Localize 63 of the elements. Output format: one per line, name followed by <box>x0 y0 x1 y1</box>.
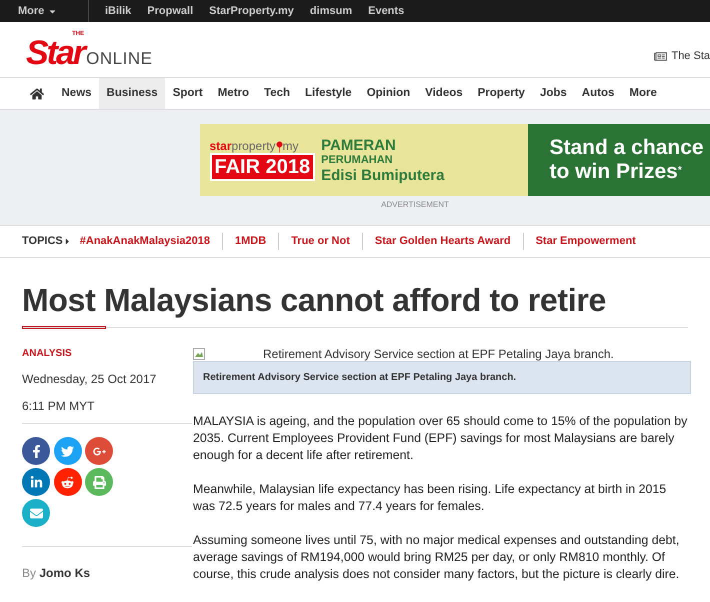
nav-tab[interactable]: Videos <box>418 78 470 109</box>
advertisement-label: ADVERTISEMENT <box>381 199 449 211</box>
linkedin-icon <box>30 476 42 488</box>
nav-tab[interactable]: Sport <box>165 78 210 109</box>
topic-link[interactable]: True or Not <box>291 233 363 250</box>
ad-promo-text: Stand a chance <box>550 136 705 160</box>
twitter-icon <box>61 444 74 458</box>
ad-expo-text: PERUMAHAN <box>321 154 394 166</box>
ad-brand: starproperty <box>210 139 276 153</box>
nav-tab[interactable]: News <box>54 78 100 109</box>
newspaper-icon <box>654 50 668 63</box>
logo-online: ONLINE <box>86 50 152 66</box>
ad-brand-suffix: my <box>282 139 299 153</box>
ad-expo-text: Edisi Bumiputera <box>321 166 444 184</box>
publish-time: 6:11 PM MYT <box>22 397 192 424</box>
article-paragraph: Meanwhile, Malaysian life expectancy has been rising. Life expectancy at birth in 2015 was 72.5 years for males and 77.4 years for females. <box>193 481 668 515</box>
print-button[interactable] <box>85 468 114 496</box>
topics-label: TOPICS <box>22 234 63 250</box>
home-icon <box>30 86 44 100</box>
category-label: ANALYSIS <box>22 347 73 361</box>
google-plus-icon <box>92 444 106 458</box>
nav-tab[interactable]: Metro <box>210 78 257 109</box>
twitter-share-button[interactable] <box>54 437 82 465</box>
reddit-share-button[interactable] <box>54 468 82 496</box>
nav-tab[interactable]: Tech <box>256 78 298 109</box>
topic-link[interactable]: Star Empowerment <box>536 233 648 250</box>
nav-tab[interactable]: More <box>622 78 664 109</box>
topic-link[interactable]: 1MDB <box>235 233 280 250</box>
reddit-icon <box>61 476 74 488</box>
facebook-share-button[interactable] <box>22 437 50 465</box>
nav-tab[interactable]: Jobs <box>532 78 574 109</box>
top-bar-link[interactable]: dimsum <box>310 2 352 20</box>
more-menu-button[interactable]: More <box>0 0 89 22</box>
google-plus-share-button[interactable] <box>85 437 114 465</box>
article-paragraph: MALAYSIA is ageing, and the population over 65 should come to 15% of the population by 2035. Current Employees Provident Fund (EPF) savings for most Malaysians are barely enough for a decent life after retirement. <box>193 413 688 464</box>
top-bar-link[interactable]: iBilik <box>105 2 132 20</box>
article-paragraph: Assuming someone lives until 75, with no major medical expenses and outstanding debt, average savings of RM194,000 would bring RM25 per day, or only RM810 monthly. Of course, this crude analysis does not consider many factors, but the picture is clearly dire. <box>193 532 680 583</box>
ad-promo-text: to win Prizes$^{*}$ <box>550 160 683 184</box>
image-caption: Retirement Advisory Service section at EPF Petaling Jaya branch. <box>193 361 691 394</box>
nav-tab[interactable]: Business <box>99 78 166 109</box>
linkedin-share-button[interactable] <box>22 468 50 496</box>
article-headline: Most Malaysians cannot afford to retire <box>22 282 607 318</box>
byline: By Jomo Ks <box>22 565 92 582</box>
topic-link[interactable]: Star Golden Hearts Award <box>374 233 524 250</box>
ad-fair-title: FAIR 2018 <box>210 153 316 181</box>
publish-date: Wednesday, 25 Oct 2017 <box>22 371 158 388</box>
edition-link[interactable]: The Sta <box>671 48 710 65</box>
top-bar-link[interactable]: Propwall <box>147 2 194 20</box>
ad-expo-text: PAMERAN <box>321 136 397 154</box>
nav-tab[interactable]: Opinion <box>359 78 418 109</box>
map-pin-icon <box>276 141 283 153</box>
email-share-button[interactable] <box>22 499 50 527</box>
nav-tab[interactable]: Lifestyle <box>298 78 360 109</box>
logo-star-text[interactable]: Star <box>26 36 84 68</box>
nav-tab[interactable]: Autos <box>574 78 622 109</box>
nav-tab[interactable]: Property <box>470 78 532 109</box>
print-icon <box>92 476 106 488</box>
broken-image-icon <box>193 348 205 360</box>
email-icon <box>30 506 42 520</box>
topic-link[interactable]: #AnakAnakMalaysia2018 <box>80 233 224 250</box>
top-bar-link[interactable]: StarProperty.my <box>209 2 294 20</box>
top-bar-link[interactable]: Events <box>368 2 404 20</box>
image-alt-text: Retirement Advisory Service section at EPF Petaling Jaya branch. <box>263 346 614 362</box>
